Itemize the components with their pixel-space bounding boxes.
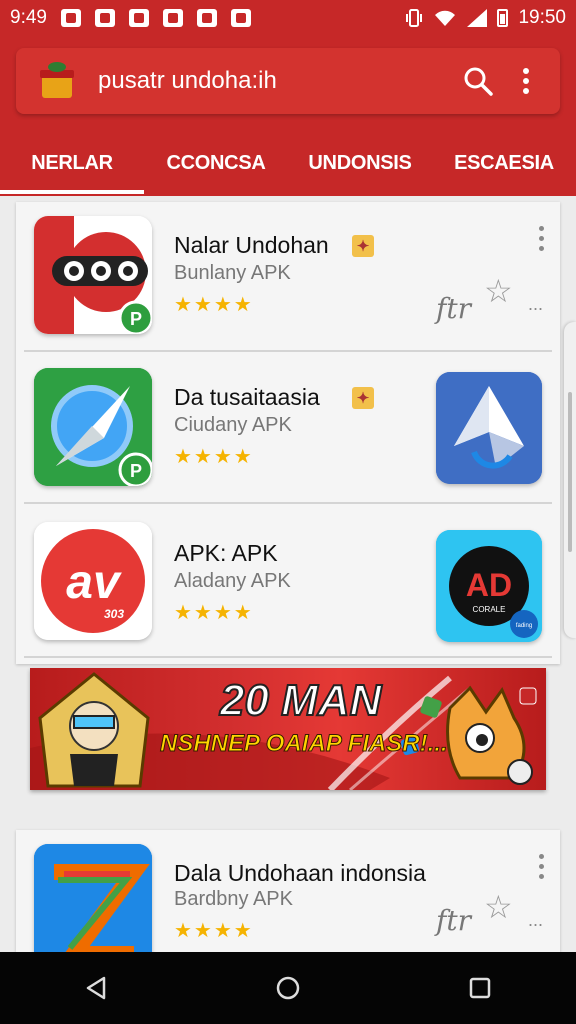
app-subtitle: Aladany APK <box>174 570 291 592</box>
more-options-icon[interactable] <box>536 854 546 879</box>
side-icon-text: AD <box>466 567 512 603</box>
app-subtitle: Ciudany APK <box>174 414 292 436</box>
promo-banner[interactable]: 20 MAN NSHNEP OAIAP FIASR!... <box>30 668 546 790</box>
banner-headline: 20 MAN <box>219 675 382 726</box>
tab-cconcsa[interactable]: CCONCSA <box>144 132 288 194</box>
mail-notification-icon <box>60 9 81 27</box>
search-input[interactable]: pusatr undoha:ih <box>98 67 458 95</box>
camera-notification-icon <box>230 9 251 27</box>
ad-app-icon[interactable]: AD CORALE fading <box>436 530 542 642</box>
banner-subheadline: NSHNEP OAIAP FIASR!... <box>160 730 449 758</box>
mascot-character-icon <box>446 685 533 785</box>
app-notification-icon <box>94 9 115 27</box>
app-title: APK: APK <box>174 540 278 566</box>
app-icon-av: av 303 <box>34 522 152 640</box>
developer-signature: ftr <box>436 292 471 325</box>
app-subtitle: Bardbny APK <box>174 888 293 910</box>
rating-stars: ★★★★ <box>174 446 254 468</box>
award-badge-icon: ✦ <box>352 235 374 257</box>
status-time: 9:49 <box>10 7 47 28</box>
row-divider <box>24 502 552 504</box>
award-badge-icon: ✦ <box>352 387 374 409</box>
vibrate-icon <box>406 9 423 27</box>
back-icon[interactable] <box>82 974 110 1002</box>
more-ellipsis: ... <box>528 294 544 314</box>
app-icon-text: av <box>66 556 122 609</box>
rating-stars: ★★★★ <box>174 920 254 942</box>
overflow-menu-icon[interactable] <box>506 61 546 101</box>
developer-signature: ftr <box>436 904 471 937</box>
app-icon-z <box>34 844 152 952</box>
origami-app-icon[interactable] <box>436 372 542 484</box>
svg-text:P: P <box>130 461 142 481</box>
play-notification-icon <box>128 9 149 27</box>
status-clock: 19:50 <box>518 7 566 28</box>
app-title: Dala Undohaan indonsia <box>174 860 426 886</box>
side-icon-badge: fading <box>516 623 532 629</box>
more-ellipsis: ... <box>528 910 544 930</box>
tab-escaesia[interactable]: ESCAESIA <box>432 132 576 194</box>
svg-text:P: P <box>130 309 142 329</box>
more-options-icon[interactable] <box>536 226 546 251</box>
list-item[interactable]: Dala Undohaan indonsia Bardbny APK ★★★★ … <box>16 830 560 952</box>
search-icon[interactable] <box>458 61 498 101</box>
favorite-star-icon[interactable]: ☆ <box>484 272 513 310</box>
signal-icon <box>467 9 488 27</box>
side-icon-subtext: CORALE <box>473 605 506 614</box>
category-tabs: NERLAR CCONCSA UNDONSIS ESCAESIA <box>0 132 576 194</box>
scrollbar[interactable] <box>564 322 576 638</box>
status-bar: 9:49 19:50 <box>0 0 576 36</box>
home-icon[interactable] <box>274 974 302 1002</box>
battery-icon <box>497 9 509 27</box>
app-title: Da tusaitaasia <box>174 384 320 410</box>
rating-stars: ★★★★ <box>174 294 254 316</box>
gift-logo-icon <box>38 62 76 100</box>
hero-character-icon <box>38 672 150 788</box>
list-item[interactable]: P Nalar Undohan ✦ Bunlany APK ★★★★ ftr ☆… <box>16 202 560 352</box>
recents-icon[interactable] <box>466 974 494 1002</box>
list-item[interactable]: av 303 APK: APK Aladany APK ★★★★ AD CORA… <box>16 508 560 658</box>
flag-notification-icon <box>196 9 217 27</box>
app-icon-subtext: 303 <box>104 607 124 621</box>
app-title: Nalar Undohan <box>174 232 329 258</box>
store-notification-icon <box>162 9 183 27</box>
rating-stars: ★★★★ <box>174 602 254 624</box>
app-icon-nalar: P <box>34 216 152 334</box>
navigation-bar <box>0 952 576 1024</box>
app-subtitle: Bunlany APK <box>174 262 291 284</box>
favorite-star-icon[interactable]: ☆ <box>484 888 513 926</box>
search-bar[interactable]: pusatr undoha:ih <box>16 48 560 114</box>
tab-nerlar[interactable]: NERLAR <box>0 132 144 194</box>
app-icon-compass: P <box>34 368 152 486</box>
list-item[interactable]: P Da tusaitaasia ✦ Ciudany APK ★★★★ <box>16 354 560 504</box>
app-header: pusatr undoha:ih NERLAR CCONCSA UNDONSIS… <box>0 36 576 196</box>
row-divider <box>24 350 552 352</box>
row-divider <box>24 656 552 658</box>
wifi-icon <box>435 10 456 26</box>
tab-undonsis[interactable]: UNDONSIS <box>288 132 432 194</box>
